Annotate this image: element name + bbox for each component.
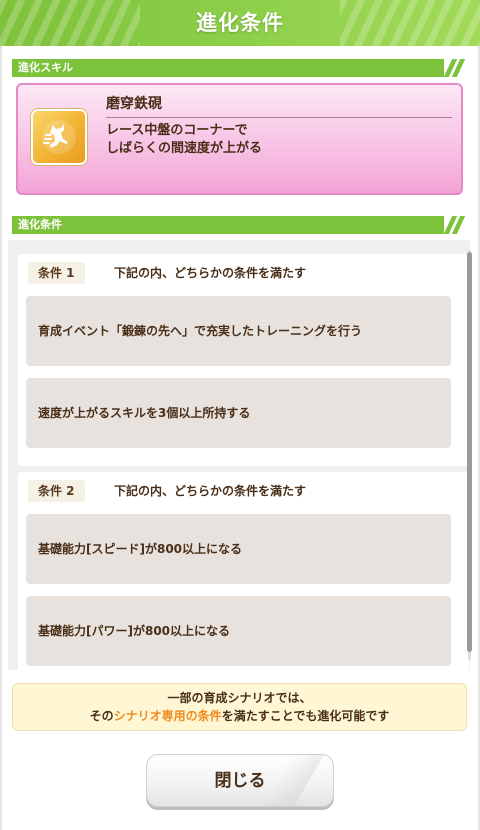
condition-item: 育成イベント「鍛錬の先へ」で充実したトレーニングを行う: [26, 296, 451, 366]
condition-text: 下記の内、どちらかの条件を満たす: [114, 484, 307, 498]
condition-badge: 条件 1: [28, 262, 85, 284]
dialog-title: 進化条件: [196, 11, 284, 35]
notice-highlight: シナリオ専用の条件: [113, 709, 222, 723]
section-label-evolution-skill: 進化スキル: [12, 59, 466, 77]
section-label-text: 進化スキル: [18, 61, 73, 74]
section-label-slashes: [444, 59, 466, 77]
skill-description: レース中盤のコーナーで しばらくの間速度が上がる: [106, 122, 262, 158]
dialog-header: 進化条件: [0, 0, 480, 46]
scenario-notice: 一部の育成シナリオでは、 そのシナリオ専用の条件を満たすことでも進化可能です: [12, 683, 467, 731]
condition-item: 基礎能力[スピード]が800以上になる: [26, 514, 451, 584]
condition-badge: 条件 2: [28, 480, 85, 502]
notice-suffix: を満たすことでも進化可能です: [221, 709, 390, 723]
skill-description-line1: レース中盤のコーナーで: [106, 123, 248, 138]
section-label-text: 進化条件: [18, 218, 62, 231]
scrollbar-thumb[interactable]: [467, 252, 472, 652]
condition-text: 下記の内、どちらかの条件を満たす: [114, 266, 307, 280]
section-label-slashes: [444, 216, 466, 234]
close-button-label: 閉じる: [214, 771, 266, 791]
notice-line2: そのシナリオ専用の条件を満たすことでも進化可能です: [13, 707, 466, 725]
notice-prefix: その: [89, 709, 114, 723]
section-label-evolution-conditions: 進化条件: [12, 216, 466, 234]
condition-item: 基礎能力[パワー]が800以上になる: [26, 596, 451, 666]
skill-card[interactable]: 磨穿鉄硯 レース中盤のコーナーで しばらくの間速度が上がる: [16, 83, 463, 195]
skill-divider: [106, 117, 452, 118]
close-button[interactable]: 閉じる: [146, 754, 334, 807]
running-figure-icon: [33, 111, 85, 163]
condition-group-2: 条件 2 下記の内、どちらかの条件を満たす 基礎能力[スピード]が800以上にな…: [18, 472, 469, 670]
notice-line1: 一部の育成シナリオでは、: [167, 691, 312, 705]
condition-item: 速度が上がるスキルを3個以上所持する: [26, 378, 451, 448]
skill-description-line2: しばらくの間速度が上がる: [106, 141, 263, 156]
conditions-scroll-area[interactable]: 条件 1 下記の内、どちらかの条件を満たす 育成イベント「鍛錬の先へ」で充実した…: [8, 240, 470, 670]
condition-group-1: 条件 1 下記の内、どちらかの条件を満たす 育成イベント「鍛錬の先へ」で充実した…: [18, 254, 469, 466]
skill-name: 磨穿鉄硯: [106, 96, 162, 112]
